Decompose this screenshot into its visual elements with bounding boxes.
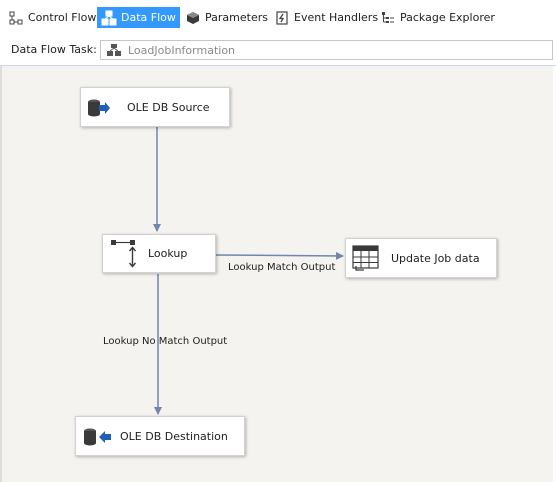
tab-label: Data Flow [121, 11, 176, 24]
tab-event-handlers[interactable]: Event Handlers [270, 7, 382, 28]
data-flow-task-row: Data Flow Task: LoadJobInformation [0, 34, 556, 66]
ole-db-destination-node[interactable]: OLE DB Destination [75, 416, 245, 456]
tab-label: Control Flow [28, 11, 97, 24]
ole-db-source-icon [87, 98, 111, 121]
tab-data-flow[interactable]: Data Flow [97, 7, 180, 28]
ole-db-destination-label: OLE DB Destination [120, 430, 228, 443]
package-explorer-icon [380, 10, 396, 26]
tab-control-flow[interactable]: Control Flow [4, 7, 100, 28]
lookup-match-output-label: Lookup Match Output [228, 262, 336, 273]
ole-db-source-label: OLE DB Source [127, 101, 210, 114]
tab-label: Parameters [205, 11, 268, 24]
update-job-data-node[interactable]: Update Job data [345, 238, 497, 278]
update-job-data-label: Update Job data [391, 252, 480, 265]
tab-parameters[interactable]: Parameters [181, 7, 272, 28]
tab-package-explorer[interactable]: Package Explorer [376, 7, 499, 28]
control-flow-icon [8, 10, 24, 26]
parameters-icon [185, 10, 201, 26]
event-handlers-icon [274, 10, 290, 26]
lookup-no-match-output-label: Lookup No Match Output [103, 336, 228, 347]
ole-db-source-node[interactable]: OLE DB Source [80, 87, 230, 127]
designer-tab-bar: Control Flow Data Flow Parameters Event … [0, 0, 556, 34]
lookup-icon [110, 239, 137, 274]
tab-label: Event Handlers [294, 11, 379, 24]
data-flow-task-label: Data Flow Task: [11, 43, 97, 56]
data-flow-icon [101, 10, 117, 26]
lookup-node[interactable]: Lookup [102, 234, 216, 273]
ole-db-destination-icon [80, 427, 112, 450]
lookup-label: Lookup [148, 247, 188, 260]
ole-db-command-icon [352, 244, 380, 275]
data-flow-task-select[interactable]: LoadJobInformation [100, 40, 553, 60]
data-flow-task-value: LoadJobInformation [128, 43, 236, 57]
data-flow-task-icon [106, 43, 122, 57]
tab-label: Package Explorer [400, 11, 495, 24]
